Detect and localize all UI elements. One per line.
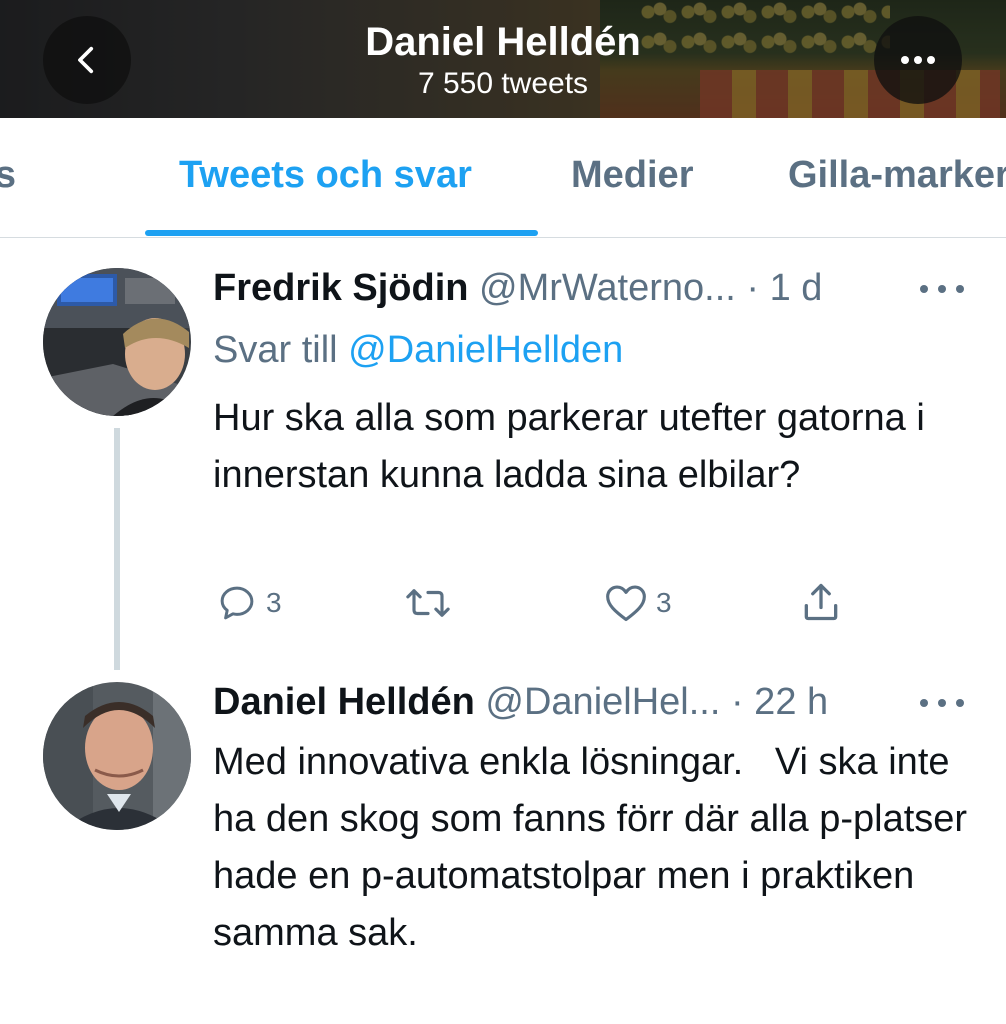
tweet-header: Fredrik Sjödin @MrWaterno... · 1 d [213,264,822,314]
thread-line [114,428,120,670]
tweet-header: Daniel Helldén @DanielHel... · 22 h [213,678,828,728]
more-horizontal-icon [901,56,935,64]
tweet-more-button[interactable] [920,693,964,713]
share-button[interactable] [799,580,843,624]
retweet-button[interactable] [405,582,451,624]
more-dot [938,285,946,293]
avatar[interactable] [43,268,191,416]
tweet-count: 7 550 tweets [417,67,589,100]
tweet-more-button[interactable] [920,279,964,299]
reply-button[interactable]: 3 [216,582,282,624]
like-count: 3 [656,587,672,618]
tab-tweets-and-replies[interactable]: Tweets och svar [179,152,472,198]
more-dot [920,699,928,707]
tab-media[interactable]: Medier [571,152,693,198]
display-name[interactable]: Daniel Helldén [213,681,475,723]
like-button[interactable]: 3 [604,582,672,624]
more-dot [938,699,946,707]
active-tab-indicator [145,230,538,236]
handle[interactable]: @MrWaterno... [479,267,736,309]
tab-likes[interactable]: Gilla-markeringar [788,152,1006,198]
more-dot [920,285,928,293]
reply-to-line: Svar till @DanielHellden [213,326,623,374]
handle[interactable]: @DanielHel... [485,681,720,723]
profile-header: Daniel Helldén 7 550 tweets [0,0,1006,118]
tweet-text: Med innovativa enkla lösningar. Vi ska i… [213,741,978,954]
avatar[interactable] [43,682,191,830]
tab-tweets[interactable]: Tweets [0,152,16,198]
reply-icon [220,586,254,620]
more-options-button[interactable] [874,16,962,104]
profile-tabs: Tweets Tweets och svar Medier Gilla-mark… [0,118,1006,238]
timestamp[interactable]: · 1 d [746,267,822,309]
tweet-text: Hur ska alla som parkerar utefter gatorn… [213,397,925,496]
like-icon [606,585,646,622]
reply-count: 3 [266,587,282,618]
timestamp[interactable]: · 22 h [731,681,828,723]
reply-mention-link[interactable]: @DanielHellden [348,329,623,371]
reply-prefix: Svar till [213,329,338,371]
more-dot [956,699,964,707]
profile-name-title: Daniel Helldén [365,20,641,64]
retweet-icon [406,589,450,617]
share-icon [804,583,838,621]
more-dot [956,285,964,293]
display-name[interactable]: Fredrik Sjödin [213,267,468,309]
